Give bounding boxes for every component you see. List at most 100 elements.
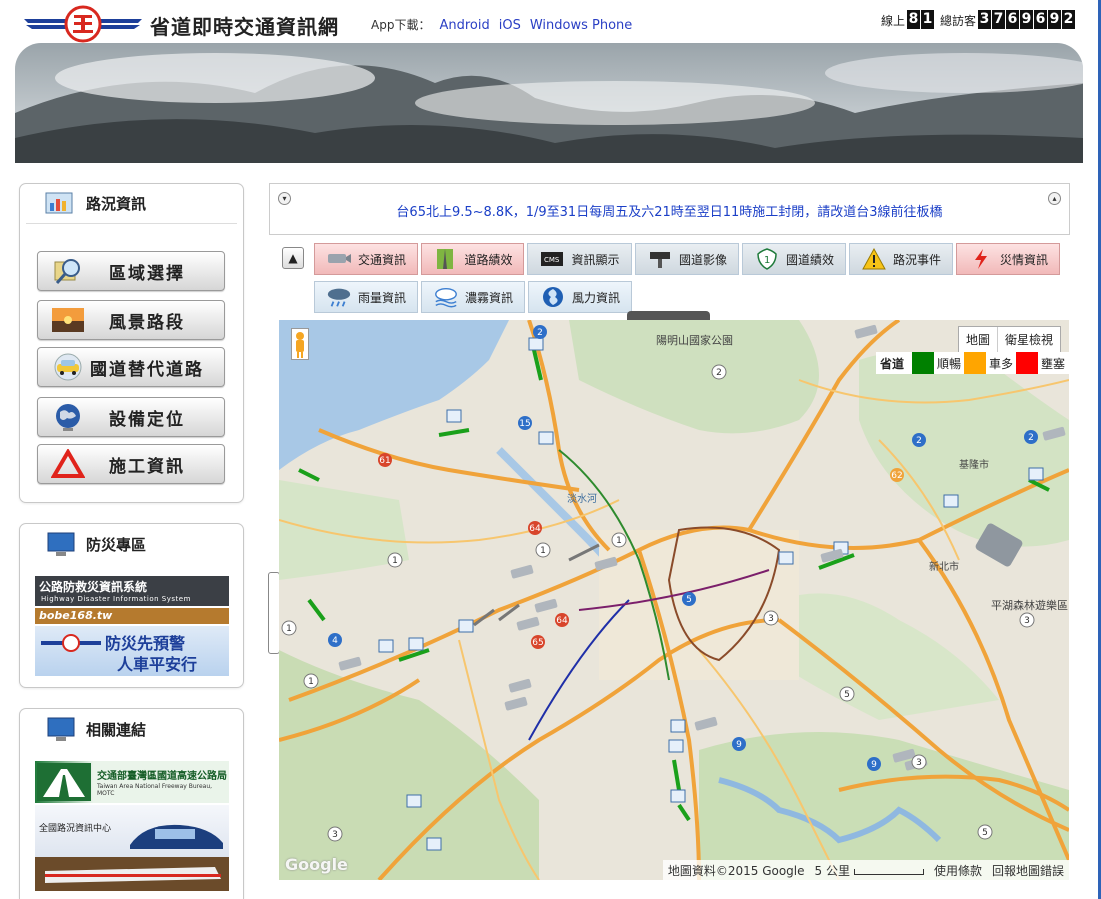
svg-text:3: 3 [916, 758, 922, 768]
warning-icon [861, 247, 887, 271]
svg-text:3: 3 [1024, 616, 1030, 626]
notice-bar: ▾ ▴ 台65北上9.5~8.8K，1/9至31日每周五及六21時至翌日11時施… [269, 183, 1070, 235]
report-map-error-link[interactable]: 回報地圖錯誤 [987, 862, 1069, 879]
tab-label: 濃霧資訊 [464, 290, 513, 305]
notice-text[interactable]: 台65北上9.5~8.8K，1/9至31日每周五及六21時至翌日11時施工封閉，… [270, 201, 1069, 220]
sidebar-item-label: 設備定位 [109, 409, 185, 430]
svg-text:2: 2 [716, 368, 722, 378]
svg-text:64: 64 [556, 616, 568, 626]
freeway-camera-icon [647, 247, 673, 271]
svg-text:65: 65 [532, 638, 543, 648]
svg-text:1: 1 [764, 255, 770, 266]
camera-icon [326, 247, 352, 271]
road-icon [432, 247, 458, 271]
digit: 6 [1034, 10, 1047, 29]
map-view-button[interactable]: 地圖 [959, 327, 997, 352]
map-place-label: 淡水河 [567, 493, 597, 505]
svg-text:3: 3 [332, 830, 338, 840]
disaster-title: 防災專區 [86, 535, 147, 554]
alternative-route-button[interactable]: 國道替代道路 [37, 347, 225, 387]
digit: 7 [992, 10, 1005, 29]
svg-text:62: 62 [891, 471, 902, 481]
svg-text:CMS: CMS [544, 256, 560, 264]
tab-disaster-info[interactable]: 災情資訊 [956, 243, 1060, 275]
links-title: 相關連結 [86, 720, 147, 739]
map-scale[interactable]: 5 公里 [810, 862, 929, 879]
banner-title: 公路防救災資訊系統 [39, 580, 148, 594]
android-link[interactable]: Android [439, 18, 489, 33]
legend-label: 車多 [988, 356, 1013, 371]
svg-text:9: 9 [736, 740, 742, 750]
tab-label: 資訊顯示 [571, 252, 620, 267]
scenic-route-button[interactable]: 風景路段 [37, 300, 225, 340]
legend-swatch-red [1015, 352, 1038, 374]
tab-label: 風力資訊 [571, 290, 620, 305]
tab-label: 國道績效 [785, 252, 834, 267]
map-copyright: 地圖資料©2015 Google [667, 863, 805, 878]
tab-wind[interactable]: 風力資訊 [528, 281, 632, 313]
road-info-title: 路況資訊 [86, 195, 147, 213]
legend-label: 壅塞 [1040, 356, 1065, 371]
svg-text:5: 5 [844, 690, 850, 700]
disaster-warning-banner[interactable]: 防災先預警 人車平安行 [35, 626, 229, 676]
tab-freeway-camera[interactable]: 國道影像 [635, 243, 739, 275]
tab-road-performance[interactable]: 道路績效 [421, 243, 524, 275]
rain-cloud-icon [326, 285, 352, 309]
digit: 2 [1062, 10, 1075, 29]
svg-text:2: 2 [1028, 433, 1034, 443]
svg-text:15: 15 [519, 419, 530, 429]
banner-subtitle: Taiwan Area National Freeway Bureau, MOT… [97, 783, 213, 797]
scroll-up-button[interactable]: ▲ [282, 247, 304, 269]
traffic-legend: 省道 順暢 車多 壅塞 [875, 352, 1069, 374]
svg-text:2: 2 [537, 328, 543, 338]
banner-title: 交通部臺灣區國道高速公路局 [97, 771, 227, 782]
tab-traffic-info[interactable]: 交通資訊 [314, 243, 418, 275]
terms-link[interactable]: 使用條款 [929, 862, 987, 879]
disaster-panel: 防災專區 公路防救災資訊系統 Highway Disaster Informat… [19, 523, 244, 688]
bobe168-banner[interactable]: bobe168.tw [35, 608, 229, 624]
links-header: 相關連結 [26, 709, 237, 749]
visitor-count: 3 7 6 9 6 9 2 [977, 10, 1075, 29]
car-image [130, 824, 223, 849]
svg-text:1: 1 [392, 556, 398, 566]
tab-fog[interactable]: 濃霧資訊 [421, 281, 525, 313]
svg-text:3: 3 [768, 614, 774, 624]
device-location-button[interactable]: 設備定位 [37, 397, 225, 437]
bureau-logo-icon [41, 634, 101, 652]
ios-link[interactable]: iOS [499, 18, 521, 33]
map-place-label: 基隆市 [959, 458, 989, 471]
windows-phone-link[interactable]: Windows Phone [530, 18, 632, 33]
tab-road-events[interactable]: 路況事件 [849, 243, 953, 275]
banner-subtitle: Highway Disaster Information System [41, 595, 191, 603]
banner-url: bobe168.tw [39, 609, 113, 622]
tab-rainfall[interactable]: 雨量資訊 [314, 281, 418, 313]
svg-text:1: 1 [286, 624, 292, 634]
national-traffic-center-banner[interactable]: 全國路況資訊中心 [35, 805, 229, 891]
tab-freeway-performance[interactable]: 1 國道績效 [742, 243, 846, 275]
site-logo[interactable] [24, 5, 142, 43]
svg-text:5: 5 [982, 828, 988, 838]
tab-label: 交通資訊 [357, 252, 406, 267]
landscape-icon [48, 303, 88, 337]
freeway-bureau-banner[interactable]: 交通部臺灣區國道高速公路局 Taiwan Area National Freew… [35, 761, 229, 803]
highway-disaster-system-banner[interactable]: 公路防救災資訊系統 Highway Disaster Information S… [35, 576, 229, 606]
street-view-pegman[interactable] [291, 328, 309, 360]
taxi-car-icon [48, 350, 88, 384]
construction-info-button[interactable]: 施工資訊 [37, 444, 225, 484]
google-logo[interactable]: Google [285, 855, 348, 874]
globe-icon [48, 400, 88, 434]
tab-info-display[interactable]: CMS 資訊顯示 [527, 243, 632, 275]
traffic-map[interactable]: 61 64 64 65 5 2 2 9 9 15 4 2 1 1 1 1 1 3… [279, 320, 1069, 880]
cms-sign-icon: CMS [539, 247, 565, 271]
map-canvas[interactable]: 61 64 64 65 5 2 2 9 9 15 4 2 1 1 1 1 1 3… [279, 320, 1069, 880]
train-image [35, 857, 229, 891]
freeway-shield-icon: 1 [754, 247, 780, 271]
road-info-header: 路況資訊 [26, 184, 237, 224]
map-type-control: 地圖 衛星檢視 [957, 326, 1061, 353]
visitor-counter: 線上 8 1 總訪客 3 7 6 9 6 9 2 [881, 10, 1081, 29]
region-select-button[interactable]: 區域選擇 [37, 251, 225, 291]
fog-icon [433, 285, 459, 309]
disaster-header: 防災專區 [26, 524, 237, 564]
lightning-icon [968, 247, 994, 271]
satellite-view-button[interactable]: 衛星檢視 [996, 327, 1060, 352]
